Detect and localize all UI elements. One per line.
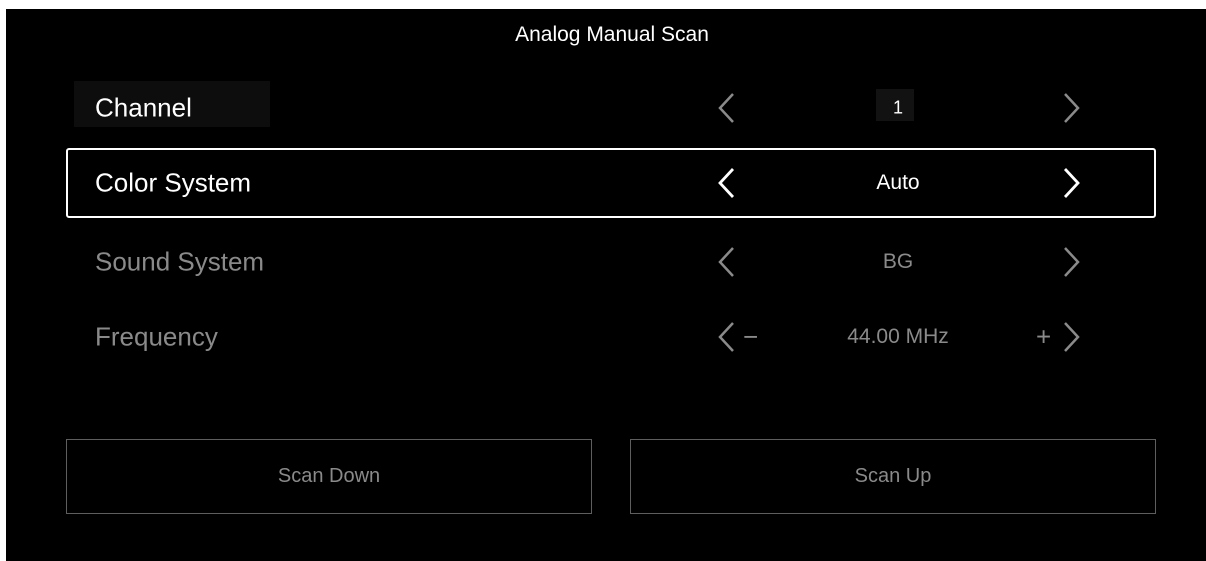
color-system-next-chevron-right-icon[interactable]: [1059, 166, 1083, 200]
sound-system-label: Sound System: [95, 246, 265, 277]
channel-label: Channel: [95, 92, 192, 123]
frequency-row[interactable]: Frequency − 44.00 MHz +: [66, 302, 1156, 372]
frequency-plus-icon[interactable]: +: [1036, 322, 1051, 353]
sound-system-next-chevron-right-icon[interactable]: [1059, 245, 1083, 279]
channel-value: 1: [892, 97, 903, 118]
sound-system-value: BG: [882, 250, 914, 273]
color-system-row[interactable]: Color System Auto: [66, 148, 1156, 218]
channel-row[interactable]: Channel 1: [66, 77, 1156, 139]
scan-down-button[interactable]: Scan Down: [66, 439, 592, 514]
sound-system-row[interactable]: Sound System BG: [66, 227, 1156, 297]
tv-screen: Analog Manual Scan Channel 1 Color Syste…: [6, 9, 1206, 561]
frequency-minus-icon[interactable]: −: [743, 322, 758, 353]
color-system-prev-chevron-left-icon[interactable]: [715, 166, 739, 200]
sound-system-prev-chevron-left-icon[interactable]: [715, 245, 739, 279]
frequency-next-chevron-right-icon[interactable]: [1059, 320, 1083, 354]
scan-up-button[interactable]: Scan Up: [630, 439, 1156, 514]
channel-next-chevron-right-icon[interactable]: [1059, 91, 1083, 125]
channel-prev-chevron-left-icon[interactable]: [715, 91, 739, 125]
frequency-value: 44.00 MHz: [847, 325, 949, 348]
page-title: Analog Manual Scan: [515, 23, 709, 46]
color-system-label: Color System: [95, 167, 252, 198]
frequency-prev-chevron-left-icon[interactable]: [715, 320, 739, 354]
frequency-label: Frequency: [95, 321, 218, 352]
color-system-value: Auto: [876, 171, 920, 194]
